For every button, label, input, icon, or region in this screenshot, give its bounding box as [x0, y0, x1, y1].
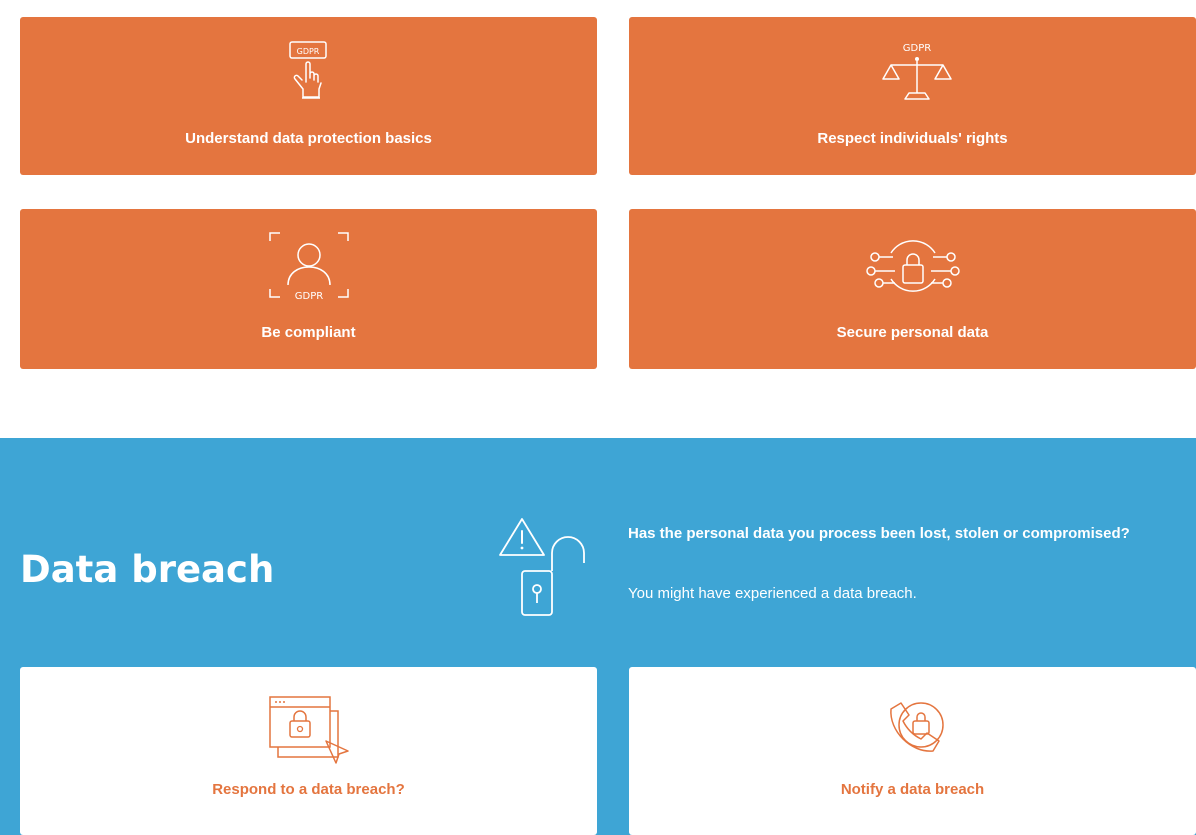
gdpr-person-scan-icon: GDPR [269, 232, 349, 302]
gdpr-scales-icon: GDPR [882, 43, 952, 100]
section-title: Data breach [20, 548, 275, 591]
browser-lock-cursor-icon [269, 696, 349, 764]
tile-understand-data-protection-basics[interactable]: GDPR Understand data protection basics [20, 17, 597, 175]
gdpr-icon-text: GDPR [297, 47, 320, 56]
card-label: Respond to a data breach? [212, 781, 405, 798]
card-notify-a-data-breach[interactable]: Notify a data breach [629, 667, 1196, 835]
tile-label: Be compliant [261, 324, 356, 341]
phone-lock-icon [890, 702, 944, 752]
network-lock-icon [866, 240, 960, 292]
tile-label: Respect individuals' rights [817, 130, 1008, 147]
card-label: Notify a data breach [840, 781, 985, 798]
card-respond-to-a-data-breach[interactable]: Respond to a data breach? [20, 667, 597, 835]
tile-label: Secure personal data [836, 324, 989, 341]
gdpr-hand-tap-icon: GDPR [289, 41, 327, 99]
tile-secure-personal-data[interactable]: Secure personal data [629, 209, 1196, 369]
tile-label: Understand data protection basics [185, 130, 432, 147]
breach-note: You might have experienced a data breach… [628, 585, 917, 602]
gdpr-icon-text: GDPR [903, 43, 931, 54]
breach-question: Has the personal data you process been l… [628, 525, 1130, 542]
tile-be-compliant[interactable]: GDPR Be compliant [20, 209, 597, 369]
warning-unlocked-padlock-icon [499, 518, 585, 616]
gdpr-icon-text: GDPR [295, 291, 323, 302]
tile-respect-individuals-rights[interactable]: GDPR Respect individuals' rights [629, 17, 1196, 175]
